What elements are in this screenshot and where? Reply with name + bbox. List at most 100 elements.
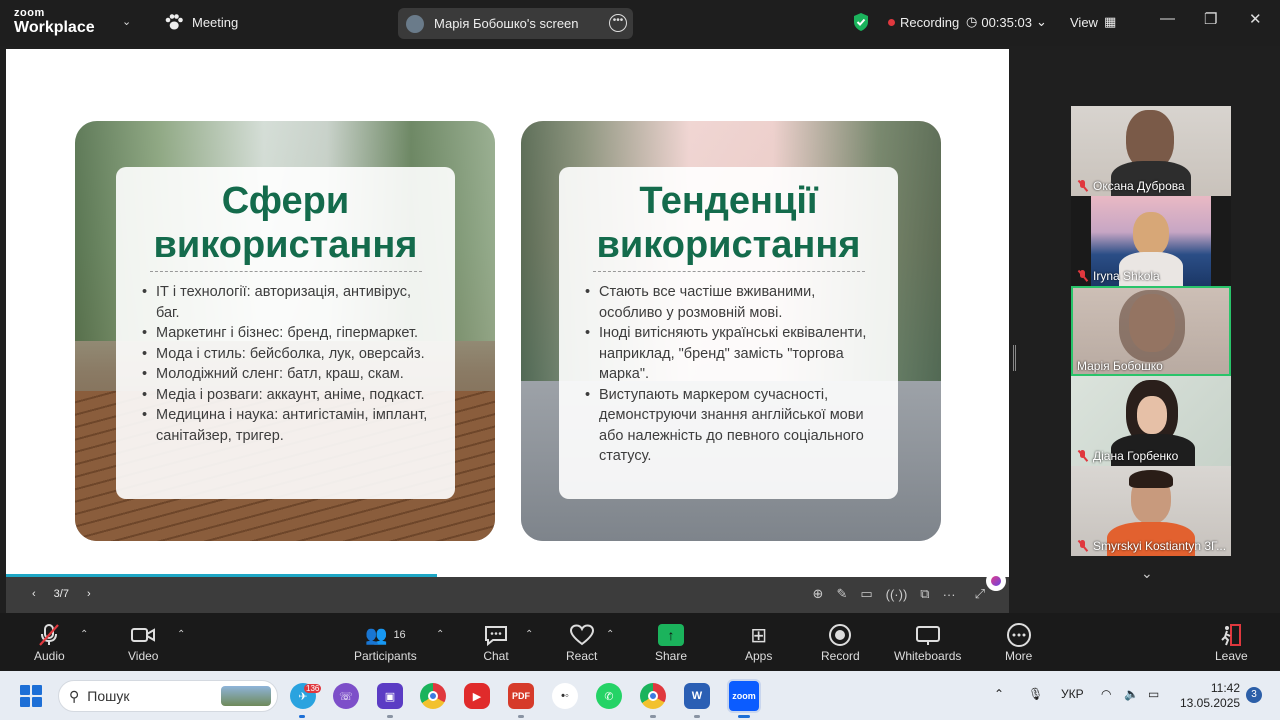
timer-value: 00:35:03 xyxy=(981,14,1032,30)
title-line: Сфери xyxy=(221,180,350,222)
chrome-icon[interactable] xyxy=(420,683,446,709)
whatsapp-icon[interactable]: ✆ xyxy=(596,683,622,709)
slide-card-left: Сфери використання ІТ і технології: авто… xyxy=(75,121,495,541)
minimize-icon[interactable]: — xyxy=(1160,10,1175,27)
record-button[interactable]: Record xyxy=(821,621,860,663)
chevron-up-icon[interactable]: ⌃ xyxy=(606,629,614,640)
view-label: View xyxy=(1070,14,1098,30)
chevron-down-icon[interactable]: ⌄ xyxy=(122,15,131,28)
participant-name: Оксана Дуброва xyxy=(1077,179,1185,193)
meeting-controls: Audio ⌃ Video ⌃ 👥 16 Participants ⌃ Chat … xyxy=(0,613,1280,671)
search-input[interactable]: ⚲ Пошук xyxy=(58,680,278,712)
list-item: Стають все частіше вживаними, особливо у… xyxy=(581,282,881,323)
title-bar: zoom Workplace ⌄ Meeting Марія Бобошко's… xyxy=(0,0,1280,46)
shield-check-icon[interactable] xyxy=(852,12,870,32)
zoom-logo: zoom Workplace xyxy=(14,8,95,36)
screen-share-pill[interactable]: Марія Бобошко's screen ••• xyxy=(398,8,633,39)
list-item: Іноді витісняють українські еквіваленти,… xyxy=(581,323,881,385)
close-icon[interactable]: ✕ xyxy=(1249,10,1262,28)
pdf-icon[interactable]: PDF xyxy=(508,683,534,709)
viber-icon[interactable]: ☏ xyxy=(333,683,359,709)
chevron-up-icon[interactable]: ⌃ xyxy=(994,687,1004,701)
mic-muted-icon xyxy=(1077,540,1089,552)
clock-time: 11:42 xyxy=(1210,681,1240,695)
paw-icon xyxy=(165,14,183,30)
apps-label: Apps xyxy=(745,649,773,663)
youtube-icon[interactable]: ▶ xyxy=(464,683,490,709)
screen-share-label: Марія Бобошко's screen xyxy=(434,16,579,31)
prev-slide-icon[interactable]: ‹ xyxy=(32,588,36,600)
video-button[interactable]: Video xyxy=(128,621,158,663)
volume-icon[interactable]: 🔈 xyxy=(1124,687,1139,701)
camera-icon xyxy=(131,628,156,642)
pen-icon[interactable]: ✎ xyxy=(836,586,847,602)
participant-name: Діана Горбенко xyxy=(1077,449,1178,463)
more-button[interactable]: More xyxy=(1005,621,1032,663)
leave-button[interactable]: Leave xyxy=(1215,621,1248,663)
app-icon[interactable]: •◦ xyxy=(552,683,578,709)
record-icon xyxy=(829,624,852,646)
list-item: Виступають маркером сучасності, демонстр… xyxy=(581,385,881,467)
microphone-icon[interactable]: 🎙 xyxy=(1028,687,1043,701)
app-indicator xyxy=(387,715,393,718)
language-indicator[interactable]: УКР xyxy=(1061,687,1084,701)
subtitles-icon[interactable]: ▭ xyxy=(860,586,872,602)
more-options-icon[interactable]: ••• xyxy=(609,14,627,32)
fullscreen-icon[interactable]: ⤢ xyxy=(975,586,985,602)
apps-button[interactable]: ⊞ Apps xyxy=(745,621,773,664)
video-tile[interactable]: Оксана Дуброва xyxy=(1071,106,1231,196)
wifi-icon[interactable]: ◠ xyxy=(1101,687,1111,701)
chrome-profile-icon[interactable] xyxy=(640,683,666,709)
notification-badge[interactable]: 3 xyxy=(1246,687,1262,703)
list-item: Мода і стиль: бейсболка, лук, оверсайз. xyxy=(138,344,438,365)
zoom-app-icon[interactable]: zoom xyxy=(727,679,761,713)
divider xyxy=(592,271,865,272)
ai-companion-icon[interactable] xyxy=(986,571,1006,591)
save-disk-icon[interactable]: ▣ xyxy=(377,683,403,709)
video-tile[interactable]: Діана Горбенко xyxy=(1071,376,1231,466)
slide-title: Тенденції використання xyxy=(559,179,898,267)
windows-taskbar: ⚲ Пошук ✈ 136 ☏ ▣ ▶ PDF •◦ ✆ W zoom ⌃ 🎙 … xyxy=(0,671,1280,720)
video-tile[interactable]: Smyrskyi Kostiantyn 3Г... xyxy=(1071,466,1231,556)
video-tile[interactable]: Марія Бобошко xyxy=(1071,286,1231,376)
record-label: Record xyxy=(821,649,860,663)
slide-toolbar: ‹ 3/7 › ⊕ ✎ ▭ ((·)) ⧉ ··· ⤢ xyxy=(6,577,1009,613)
meeting-timer[interactable]: ◷ 00:35:03 ⌄ xyxy=(966,14,1047,30)
chevron-up-icon[interactable]: ⌃ xyxy=(80,629,88,640)
chat-button[interactable]: Chat xyxy=(483,621,509,663)
participants-button[interactable]: 👥 16 Participants xyxy=(354,621,417,664)
app-indicator xyxy=(650,715,656,718)
view-button[interactable]: View ▦ xyxy=(1070,14,1116,30)
chevron-up-icon[interactable]: ⌃ xyxy=(525,629,533,640)
recording-indicator[interactable]: Recording xyxy=(888,15,959,30)
screens-icon[interactable]: ⧉ xyxy=(920,586,929,602)
battery-icon[interactable]: ▭ xyxy=(1148,687,1159,701)
app-indicator xyxy=(694,715,700,718)
chevron-up-icon[interactable]: ⌃ xyxy=(177,629,185,640)
participant-name: Smyrskyi Kostiantyn 3Г... xyxy=(1077,539,1226,553)
chat-icon xyxy=(485,626,507,647)
share-button[interactable]: ↑ Share xyxy=(655,621,687,663)
video-tile[interactable]: Iryna Shkola xyxy=(1071,196,1231,286)
broadcast-icon[interactable]: ((·)) xyxy=(886,587,908,602)
audio-button[interactable]: Audio xyxy=(34,621,65,663)
restore-icon[interactable]: ❐ xyxy=(1204,10,1217,28)
text-panel: Сфери використання ІТ і технології: авто… xyxy=(116,167,455,499)
word-icon[interactable]: W xyxy=(684,683,710,709)
zoom-in-icon[interactable]: ⊕ xyxy=(813,586,824,602)
title-line: Тенденції xyxy=(639,180,818,222)
text-panel: Тенденції використання Стають все частіш… xyxy=(559,167,898,499)
whiteboards-button[interactable]: Whiteboards xyxy=(894,621,961,663)
mountain-widget-icon xyxy=(221,686,271,706)
more-icon[interactable]: ··· xyxy=(943,587,956,602)
system-clock[interactable]: 11:42 13.05.2025 xyxy=(1180,681,1240,711)
meeting-menu[interactable]: Meeting xyxy=(164,13,238,31)
panel-resize-handle[interactable] xyxy=(1013,345,1016,371)
next-slide-icon[interactable]: › xyxy=(87,588,91,600)
react-button[interactable]: React xyxy=(566,621,597,663)
chevron-up-icon[interactable]: ⌃ xyxy=(436,629,444,640)
windows-start-icon[interactable] xyxy=(20,685,42,707)
telegram-badge: 136 xyxy=(304,684,322,693)
divider xyxy=(149,271,422,272)
chevron-down-icon[interactable]: ⌄ xyxy=(1141,565,1153,582)
